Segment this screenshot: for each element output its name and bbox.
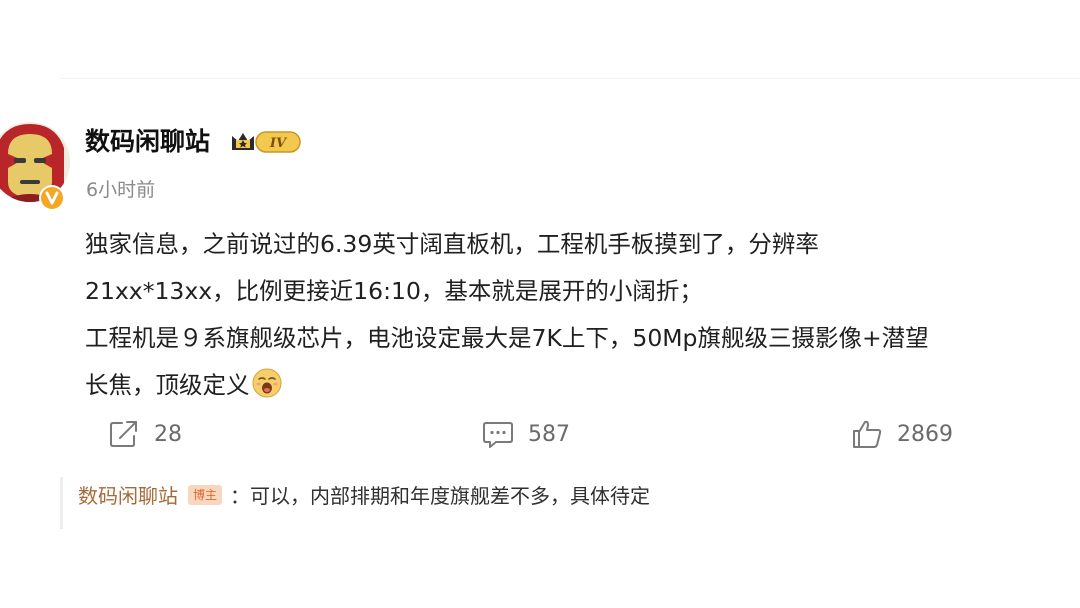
comment-item[interactable]: 数码闲聊站 博主 ：可以，内部排期和年度旗舰差不多，具体待定: [78, 480, 650, 509]
rank-badge[interactable]: IV: [230, 128, 302, 156]
post-body: 独家信息，之前说过的6.39英寸阔直板机，工程机手板摸到了，分辨率 21xx*1…: [85, 221, 1080, 409]
comment-icon: [483, 422, 513, 448]
comment-author[interactable]: 数码闲聊站: [78, 480, 178, 509]
repost-icon: [110, 421, 137, 447]
top-divider: [60, 78, 1080, 79]
yawn-emoji-icon: [251, 367, 283, 399]
post-line-last: 长焦，顶级定义: [85, 362, 1080, 409]
post-line: 21xx*13xx，比例更接近16:10，基本就是展开的小阔折；: [85, 277, 703, 305]
repost-count: 28: [154, 421, 182, 447]
author-tag-badge: 博主: [188, 484, 223, 505]
post-timestamp: 6小时前: [86, 179, 156, 201]
thumbs-up-icon: [853, 420, 882, 448]
comment-button[interactable]: 587: [482, 418, 570, 450]
comment-divider: [60, 477, 63, 529]
comment-count: 587: [528, 421, 570, 447]
verified-icon: [38, 184, 66, 212]
post-line: 工程机是９系旗舰级芯片，电池设定最大是7K上下，50Mp旗舰级三摄影像+潜望: [85, 324, 929, 352]
like-count: 2869: [897, 421, 953, 447]
like-button[interactable]: 2869: [851, 418, 953, 450]
post-author-name[interactable]: 数码闲聊站: [85, 122, 210, 158]
post-line-text: 长焦，顶级定义: [85, 371, 250, 399]
comment-text: ：可以，内部排期和年度旗舰差不多，具体待定: [230, 484, 651, 508]
rank-badge-label: IV: [269, 136, 288, 151]
repost-button[interactable]: 28: [108, 418, 182, 450]
post-line: 独家信息，之前说过的6.39英寸阔直板机，工程机手板摸到了，分辨率: [85, 230, 819, 258]
